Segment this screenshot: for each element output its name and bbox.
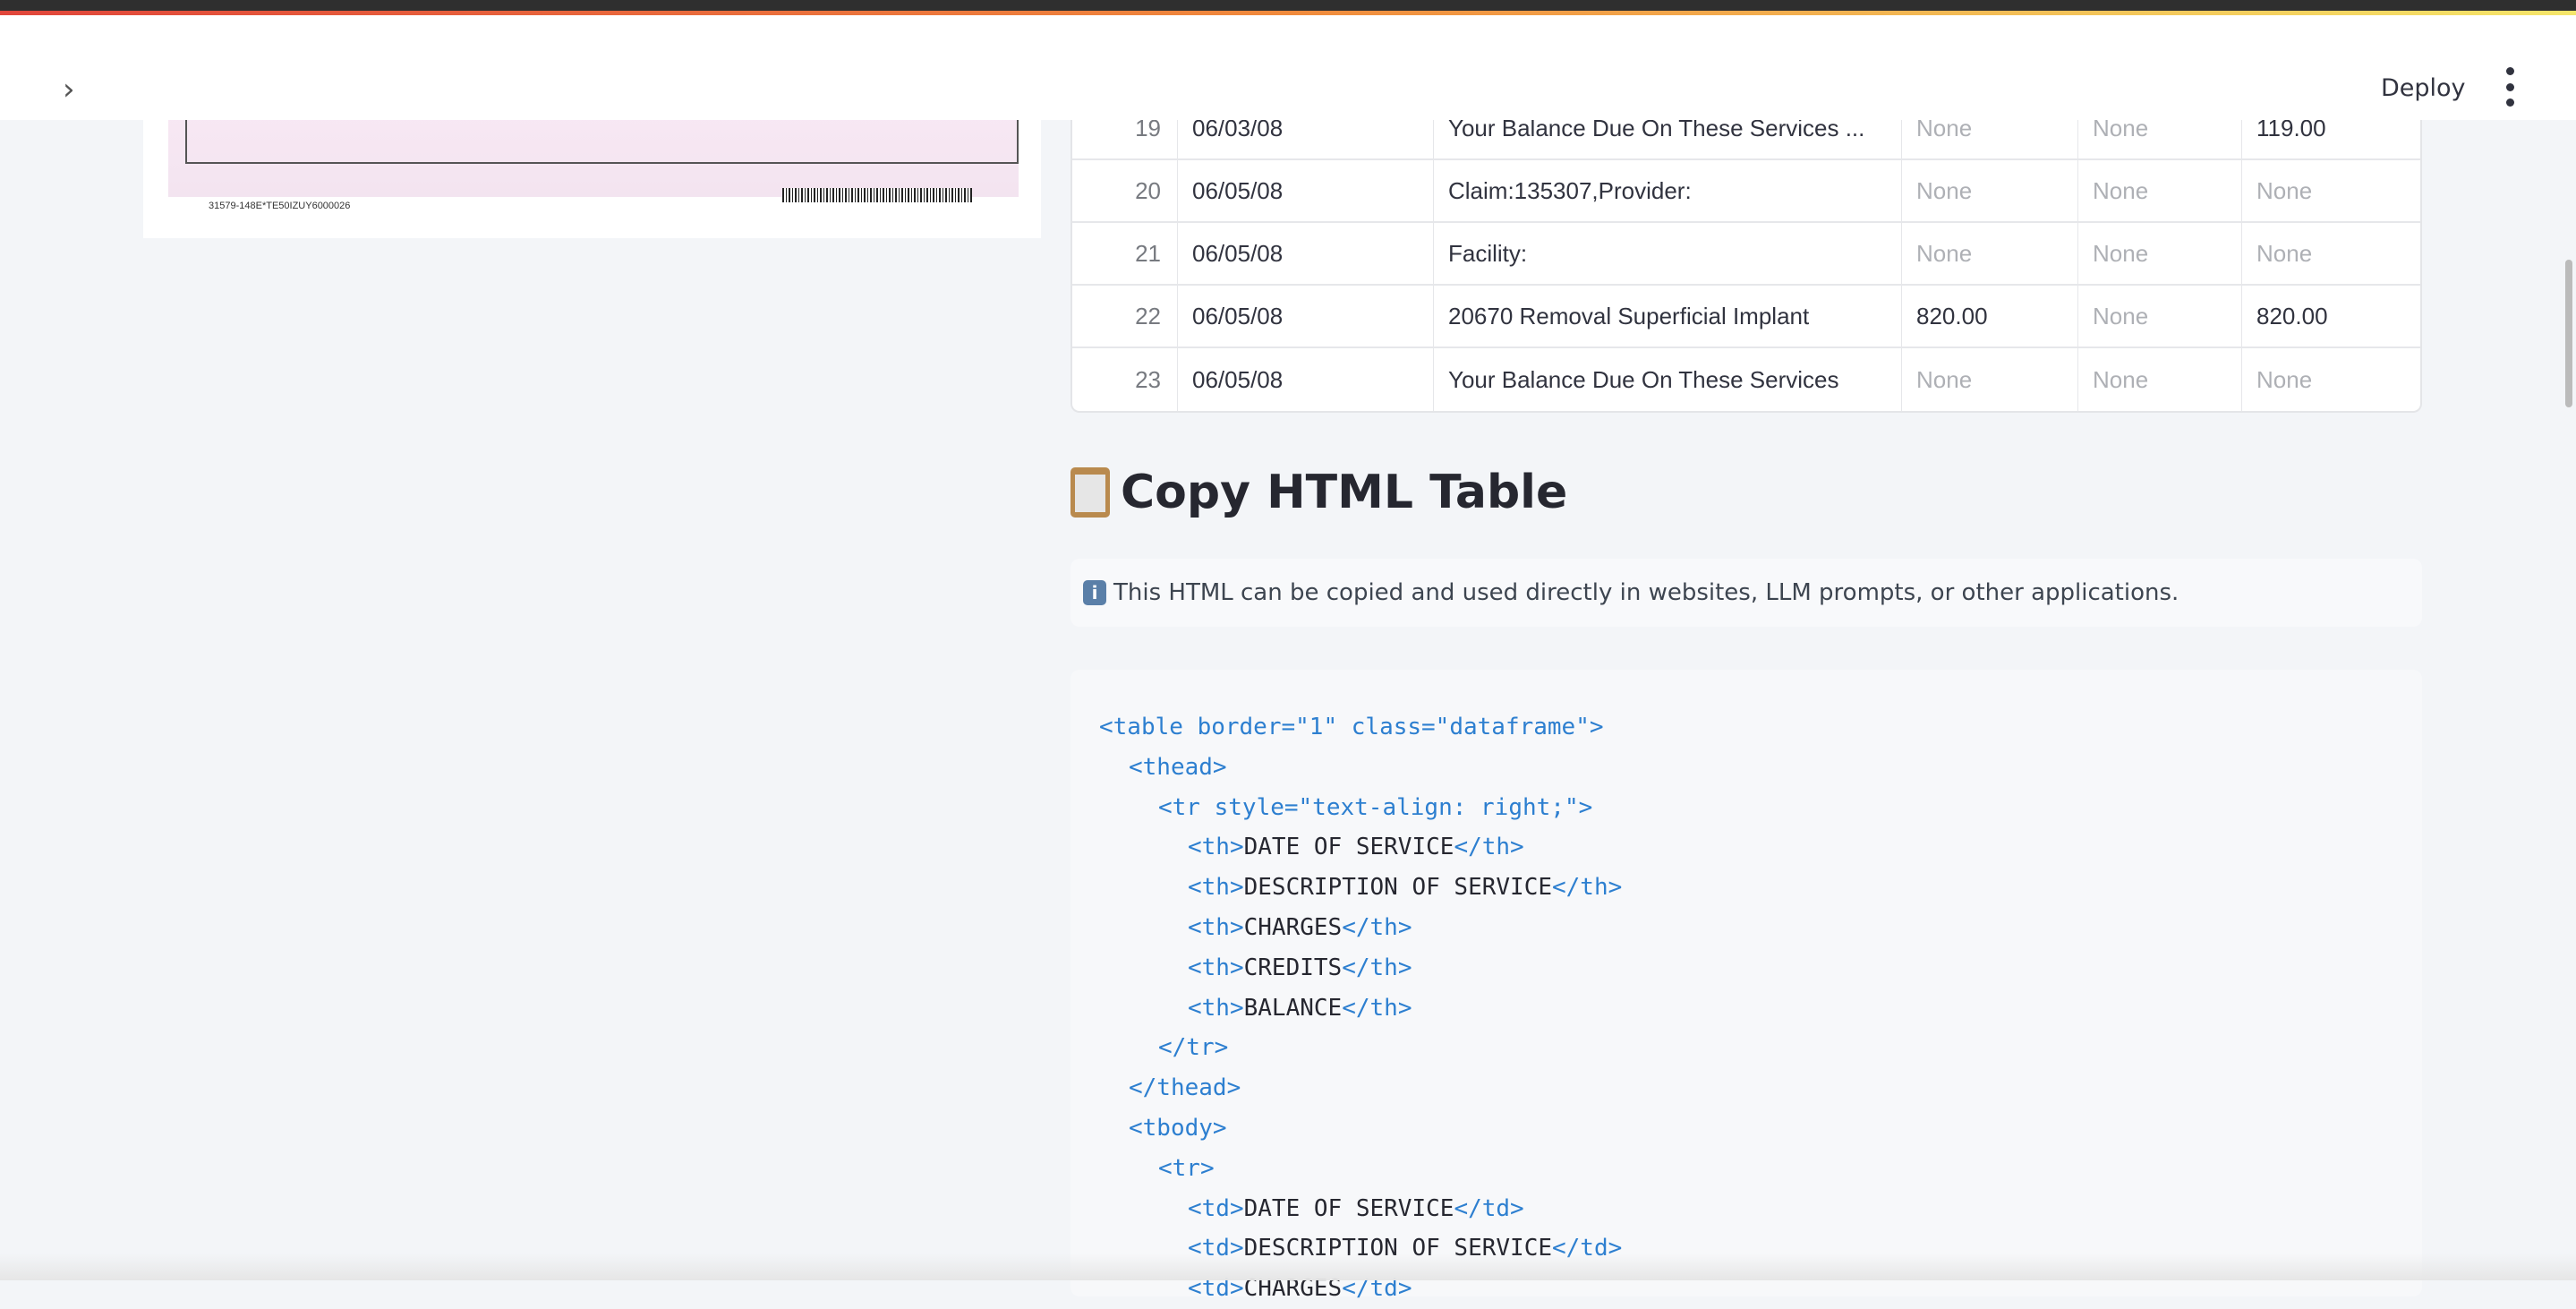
code-line: <th>CREDITS</th> <box>1099 948 2422 988</box>
code-text: BALANCE <box>1243 994 1343 1022</box>
code-tag: <tr> <box>1158 1154 1215 1182</box>
code-tag: </thead> <box>1129 1074 1241 1102</box>
code-tag: <th> <box>1188 994 1244 1022</box>
section-title: Copy HTML Table <box>1121 466 1568 519</box>
table-row[interactable]: 21 06/05/08 Facility: None None None <box>1072 223 2420 286</box>
table-row[interactable]: 22 06/05/08 20670 Removal Superficial Impl… <box>1072 286 2420 348</box>
code-tag: <tr style="text-align: right;"> <box>1158 793 1593 821</box>
code-tag: <th> <box>1188 834 1244 861</box>
cell-index[interactable]: 21 <box>1072 223 1178 284</box>
code-tag: </td> <box>1454 1194 1524 1222</box>
code-tag: <th> <box>1188 913 1244 941</box>
cell-date[interactable]: 06/05/08 <box>1178 348 1434 411</box>
code-tag: <table border="1" class="dataframe"> <box>1099 714 1604 740</box>
cell-credits[interactable]: None <box>2078 348 2242 411</box>
page-scrollbar[interactable] <box>2565 260 2572 407</box>
code-text: CHARGES <box>1243 913 1343 941</box>
cell-description[interactable]: Facility: <box>1434 223 1902 284</box>
main-menu-kebab-icon[interactable] <box>2501 67 2519 107</box>
cell-date[interactable]: 06/05/08 <box>1178 286 1434 346</box>
code-tag: <tbody> <box>1129 1114 1227 1142</box>
cell-index[interactable]: 20 <box>1072 160 1178 221</box>
section-heading: Copy HTML Table <box>1070 466 1567 519</box>
code-text: DATE OF SERVICE <box>1243 1194 1454 1222</box>
cell-index[interactable]: 23 <box>1072 348 1178 411</box>
info-text: This HTML can be copied and used directl… <box>1113 579 2179 606</box>
code-text: CREDITS <box>1243 954 1343 981</box>
barcode <box>782 188 972 202</box>
info-alert: i This HTML can be copied and used direc… <box>1070 559 2422 627</box>
cell-balance[interactable]: None <box>2242 348 2420 411</box>
code-line: <tr> <box>1099 1149 2422 1189</box>
cell-charges[interactable]: None <box>1902 348 2078 411</box>
code-line: </thead> <box>1099 1068 2422 1108</box>
cell-credits[interactable]: None <box>2078 286 2242 346</box>
info-icon: i <box>1083 580 1106 605</box>
cell-balance[interactable]: None <box>2242 160 2420 221</box>
code-line: <tr style="text-align: right;"> <box>1099 788 2422 828</box>
expand-sidebar-chevron-icon[interactable]: › <box>63 74 86 105</box>
code-tag: </tr> <box>1158 1034 1229 1062</box>
code-tag: </th> <box>1454 834 1524 861</box>
deploy-button[interactable]: Deploy <box>2381 74 2466 102</box>
code-line: </tr> <box>1099 1028 2422 1068</box>
cell-balance[interactable]: None <box>2242 223 2420 284</box>
code-line: <th>BALANCE</th> <box>1099 988 2422 1029</box>
code-tag: </th> <box>1552 874 1623 902</box>
cell-description[interactable]: 20670 Removal Superficial Implant <box>1434 286 1902 346</box>
code-line: <table border="1" class="dataframe"> <box>1099 707 2422 748</box>
code-line: <th>DESCRIPTION OF SERVICE</th> <box>1099 868 2422 908</box>
table-row[interactable]: 23 06/05/08 Your Balance Due On These Serv… <box>1072 348 2420 411</box>
code-line: <th>DATE OF SERVICE</th> <box>1099 827 2422 868</box>
cell-index[interactable]: 22 <box>1072 286 1178 346</box>
cell-date[interactable]: 06/05/08 <box>1178 160 1434 221</box>
table-row[interactable]: 20 06/05/08 Claim:135307,Provider: None None… <box>1072 160 2420 223</box>
code-tag: <th> <box>1188 874 1244 902</box>
code-tag: <th> <box>1188 954 1244 981</box>
document-footer-code: 31579-148E*TE50IZUY6000026 <box>209 201 351 211</box>
code-tag: </th> <box>1342 913 1412 941</box>
clipboard-icon <box>1070 467 1110 518</box>
cell-description[interactable]: Claim:135307,Provider: <box>1434 160 1902 221</box>
document-image: 31579-148E*TE50IZUY6000026 <box>143 107 1041 238</box>
cell-date[interactable]: 06/05/08 <box>1178 223 1434 284</box>
app-header: › Deploy <box>0 15 2576 120</box>
cell-charges[interactable]: None <box>1902 160 2078 221</box>
code-text: DATE OF SERVICE <box>1243 834 1454 861</box>
code-tag: <thead> <box>1129 753 1227 781</box>
code-line: <tbody> <box>1099 1108 2422 1149</box>
cell-balance[interactable]: 820.00 <box>2242 286 2420 346</box>
code-line: <th>CHARGES</th> <box>1099 908 2422 948</box>
cell-charges[interactable]: None <box>1902 223 2078 284</box>
cell-description[interactable]: Your Balance Due On These Services <box>1434 348 1902 411</box>
code-text: DESCRIPTION OF SERVICE <box>1243 874 1552 902</box>
cell-credits[interactable]: None <box>2078 223 2242 284</box>
cell-charges[interactable]: 820.00 <box>1902 286 2078 346</box>
code-tag: </th> <box>1342 994 1412 1022</box>
extracted-data-table[interactable]: 19 06/03/08 Your Balance Due On These Serv… <box>1070 98 2422 413</box>
html-code-block[interactable]: <table border="1" class="dataframe"> <the… <box>1070 670 2422 1302</box>
code-tag: <td> <box>1188 1194 1244 1222</box>
cell-credits[interactable]: None <box>2078 160 2242 221</box>
code-tag: </th> <box>1342 954 1412 981</box>
code-line: <td>DATE OF SERVICE</td> <box>1099 1189 2422 1229</box>
browser-top-bar <box>0 0 2576 11</box>
code-line: <thead> <box>1099 748 2422 788</box>
